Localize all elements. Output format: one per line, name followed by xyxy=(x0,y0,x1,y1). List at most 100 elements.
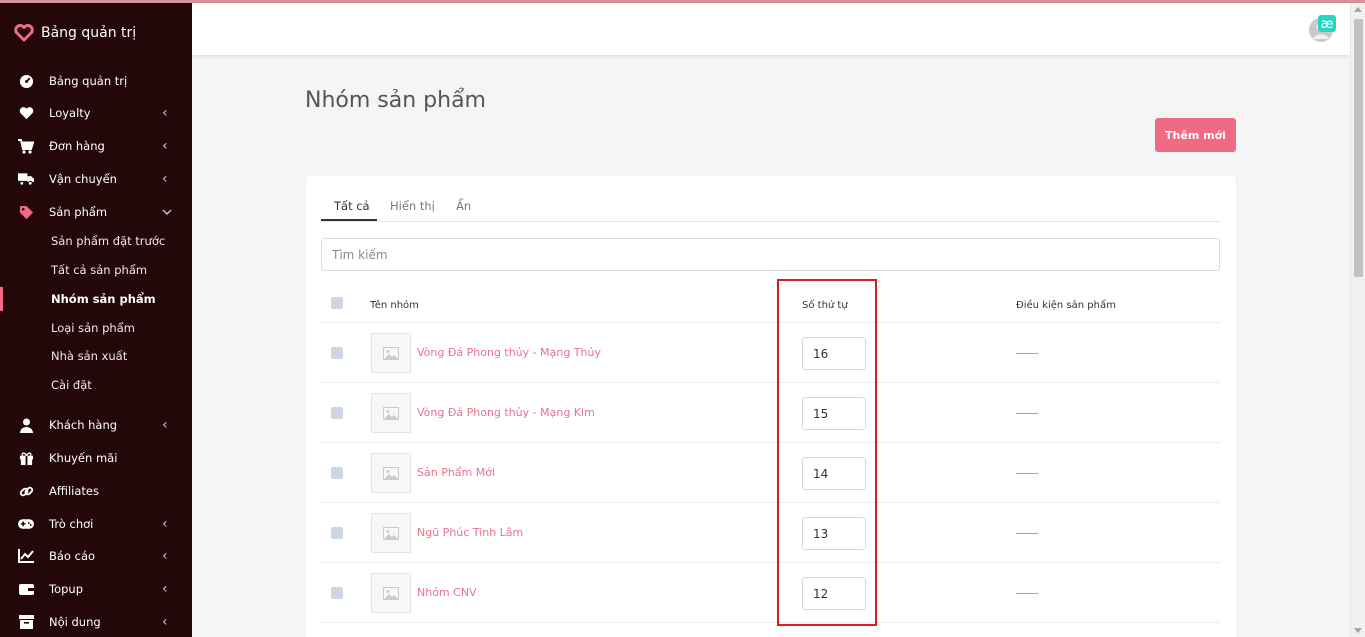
wallet-icon xyxy=(18,581,34,597)
chevron-left-icon: ‹ xyxy=(162,417,168,433)
row-checkbox[interactable] xyxy=(331,407,343,419)
table-row: Ngũ Phúc Tinh Lâm xyxy=(321,503,1220,563)
tag-icon xyxy=(18,204,34,220)
image-placeholder-icon xyxy=(371,513,411,553)
chevron-left-icon: ‹ xyxy=(162,138,168,154)
sidebar-subitem-manufacturers[interactable]: Nhà sản xuất xyxy=(0,344,192,368)
table-row: Vòng Đá Phong thủy - Mạng Kim xyxy=(321,383,1220,443)
sidebar-item-topup[interactable]: Topup ‹ xyxy=(0,576,192,602)
sidebar-subitem-product-groups[interactable]: Nhóm sản phẩm xyxy=(0,287,192,311)
sidebar-subitem-preorder[interactable]: Sản phẩm đặt trước xyxy=(0,229,192,253)
heart-logo-icon xyxy=(14,24,34,42)
sidebar-item-label: Topup xyxy=(49,582,83,596)
group-name-link[interactable]: Nhóm CNV xyxy=(417,586,477,599)
scroll-down-arrow-icon[interactable] xyxy=(1354,628,1362,633)
group-name-link[interactable]: Ngũ Phúc Tinh Lâm xyxy=(417,526,523,539)
page-title: Nhóm sản phẩm xyxy=(305,88,486,113)
sidebar-item-games[interactable]: Trò chơi ‹ xyxy=(0,511,192,537)
avatar[interactable]: æ xyxy=(1308,15,1336,43)
sidebar-item-label: Loyalty xyxy=(49,106,91,120)
sidebar-item-content[interactable]: Nội dung ‹ xyxy=(0,609,192,635)
sidebar-item-customers[interactable]: Khách hàng ‹ xyxy=(0,412,192,438)
sidebar-subitem-product-types[interactable]: Loại sản phẩm xyxy=(0,316,192,340)
chevron-down-icon xyxy=(162,205,172,219)
groups-card: Tất cả Hiển thị Ẩn Tên nhóm Số thứ tự Đi… xyxy=(306,176,1236,637)
sidebar-subitem-label: Loại sản phẩm xyxy=(51,321,135,335)
condition-empty-dash xyxy=(1016,473,1038,474)
brand[interactable]: Bảng quản trị xyxy=(14,23,136,43)
sidebar-item-loyalty[interactable]: Loyalty ‹ xyxy=(0,100,192,126)
image-placeholder-icon xyxy=(371,453,411,493)
table-row: Vòng Đá Phong thủy - Mạng Thủy xyxy=(321,323,1220,383)
sidebar-item-label: Khách hàng xyxy=(49,418,118,432)
row-checkbox[interactable] xyxy=(331,347,343,359)
group-name-link[interactable]: Sản Phẩm Mới xyxy=(417,466,495,479)
sidebar-subitem-label: Sản phẩm đặt trước xyxy=(51,234,166,248)
row-checkbox[interactable] xyxy=(331,587,343,599)
search-input[interactable] xyxy=(321,238,1220,271)
sidebar-item-label: Khuyến mãi xyxy=(49,451,118,465)
truck-icon xyxy=(18,171,34,187)
sidebar-item-dashboard[interactable]: Bảng quản trị xyxy=(0,68,192,94)
condition-empty-dash xyxy=(1016,413,1038,414)
group-name-link[interactable]: Vòng Đá Phong thủy - Mạng Thủy xyxy=(417,346,601,359)
dashboard-icon xyxy=(18,73,34,89)
sidebar-item-shipping[interactable]: Vận chuyển ‹ xyxy=(0,166,192,192)
scroll-thumb[interactable] xyxy=(1354,19,1363,277)
heart-icon xyxy=(18,105,34,121)
chevron-left-icon: ‹ xyxy=(162,171,168,187)
sidebar-subitem-label: Tất cả sản phẩm xyxy=(51,263,148,277)
sidebar-item-label: Đơn hàng xyxy=(49,139,105,153)
select-all-checkbox[interactable] xyxy=(331,297,343,309)
row-checkbox[interactable] xyxy=(331,527,343,539)
sidebar-subitem-all-products[interactable]: Tất cả sản phẩm xyxy=(0,258,192,282)
sidebar-item-orders[interactable]: Đơn hàng ‹ xyxy=(0,133,192,159)
sidebar-subitem-label: Cài đặt xyxy=(51,378,92,392)
sidebar-item-label: Nội dung xyxy=(49,615,101,629)
brand-title: Bảng quản trị xyxy=(41,25,137,41)
active-tab-indicator xyxy=(321,219,377,221)
row-checkbox[interactable] xyxy=(331,467,343,479)
image-placeholder-icon xyxy=(371,573,411,613)
tab-hidden[interactable]: Ẩn xyxy=(456,199,471,213)
archive-icon xyxy=(18,614,34,630)
tab-all[interactable]: Tất cả xyxy=(334,199,370,213)
sidebar-item-products[interactable]: Sản phẩm xyxy=(0,199,192,225)
sidebar-subitem-label: Nhà sản xuất xyxy=(51,349,128,363)
table-row: Nhóm CNV xyxy=(321,563,1220,623)
table-row: Sản Phẩm Mới xyxy=(321,443,1220,503)
image-placeholder-icon xyxy=(371,333,411,373)
group-name-link[interactable]: Vòng Đá Phong thủy - Mạng Kim xyxy=(417,406,595,419)
link-icon xyxy=(18,483,34,499)
chevron-left-icon: ‹ xyxy=(162,614,168,630)
sidebar-item-label: Sản phẩm xyxy=(49,205,108,219)
user-icon xyxy=(18,417,34,433)
scroll-up-arrow-icon[interactable] xyxy=(1354,7,1362,12)
sidebar-item-promotions[interactable]: Khuyến mãi xyxy=(0,445,192,471)
svg-text:æ: æ xyxy=(1321,17,1334,32)
chevron-left-icon: ‹ xyxy=(162,548,168,564)
order-column-highlight-box xyxy=(777,279,877,626)
tab-visible[interactable]: Hiển thị xyxy=(390,199,435,213)
sidebar-item-affiliates[interactable]: Affiliates xyxy=(0,478,192,504)
sidebar-item-reports[interactable]: Báo cáo ‹ xyxy=(0,543,192,569)
sidebar-subitem-settings[interactable]: Cài đặt xyxy=(0,373,192,397)
add-new-button[interactable]: Thêm mới xyxy=(1155,118,1236,152)
sidebar-item-label: Affiliates xyxy=(49,484,99,498)
cart-icon xyxy=(18,138,34,154)
chart-icon xyxy=(18,548,34,564)
sidebar-item-label: Bảng quản trị xyxy=(49,74,128,88)
condition-empty-dash xyxy=(1016,593,1038,594)
sidebar: Bảng quản trị Bảng quản trị Loyalty ‹ Đơ… xyxy=(0,3,192,637)
column-header-condition: Điều kiện sản phẩm xyxy=(1016,300,1116,311)
gamepad-icon xyxy=(18,516,34,532)
sidebar-item-label: Vận chuyển xyxy=(49,172,117,186)
chevron-left-icon: ‹ xyxy=(162,516,168,532)
filter-tabs: Tất cả Hiển thị Ẩn xyxy=(321,186,1220,222)
top-bar: æ xyxy=(192,3,1350,55)
condition-empty-dash xyxy=(1016,353,1038,354)
page-scrollbar[interactable] xyxy=(1350,3,1365,637)
sidebar-item-label: Báo cáo xyxy=(49,549,96,563)
condition-empty-dash xyxy=(1016,533,1038,534)
column-header-name: Tên nhóm xyxy=(370,300,419,311)
